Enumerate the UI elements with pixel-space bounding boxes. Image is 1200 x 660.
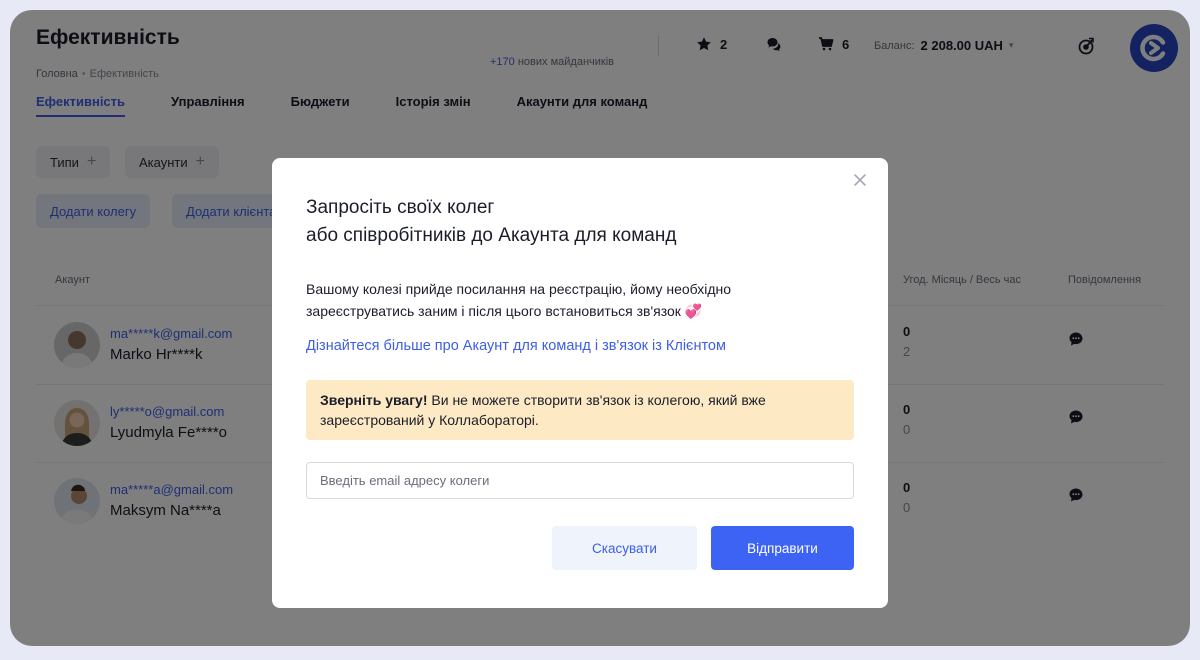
warning-text-line1: Ви не можете створити зв'язок із колегою… [427, 392, 766, 408]
invite-colleague-modal: Запросіть своїх колег або співробітників… [272, 158, 888, 608]
modal-title-line1: Запросіть своїх колег [306, 197, 495, 218]
warning-text-line2: зареєстрований у Коллабораторі. [320, 412, 539, 428]
close-icon[interactable] [852, 172, 868, 188]
warning-banner: Зверніть увагу! Ви не можете створити зв… [306, 380, 854, 440]
warning-title: Зверніть увагу! [320, 392, 428, 408]
colleague-email-input[interactable] [306, 462, 854, 499]
modal-description: Вашому колезі прийде посилання на реєстр… [306, 278, 826, 322]
cancel-button[interactable]: Скасувати [552, 526, 697, 570]
modal-desc-line1: Вашому колезі прийде посилання на реєстр… [306, 281, 732, 297]
app-window: Ефективність Головна•Ефективність +170 н… [10, 10, 1190, 646]
modal-desc-line2: зареєструватись заним і після цього вста… [306, 303, 681, 319]
send-button[interactable]: Відправити [711, 526, 854, 570]
modal-title: Запросіть своїх колег або співробітників… [306, 194, 826, 250]
hearts-emoji-icon: 💞 [684, 303, 703, 319]
modal-title-line2: або співробітників до Акаунта для команд [306, 225, 677, 246]
learn-more-link[interactable]: Дізнайтеся більше про Акаунт для команд … [306, 338, 726, 354]
